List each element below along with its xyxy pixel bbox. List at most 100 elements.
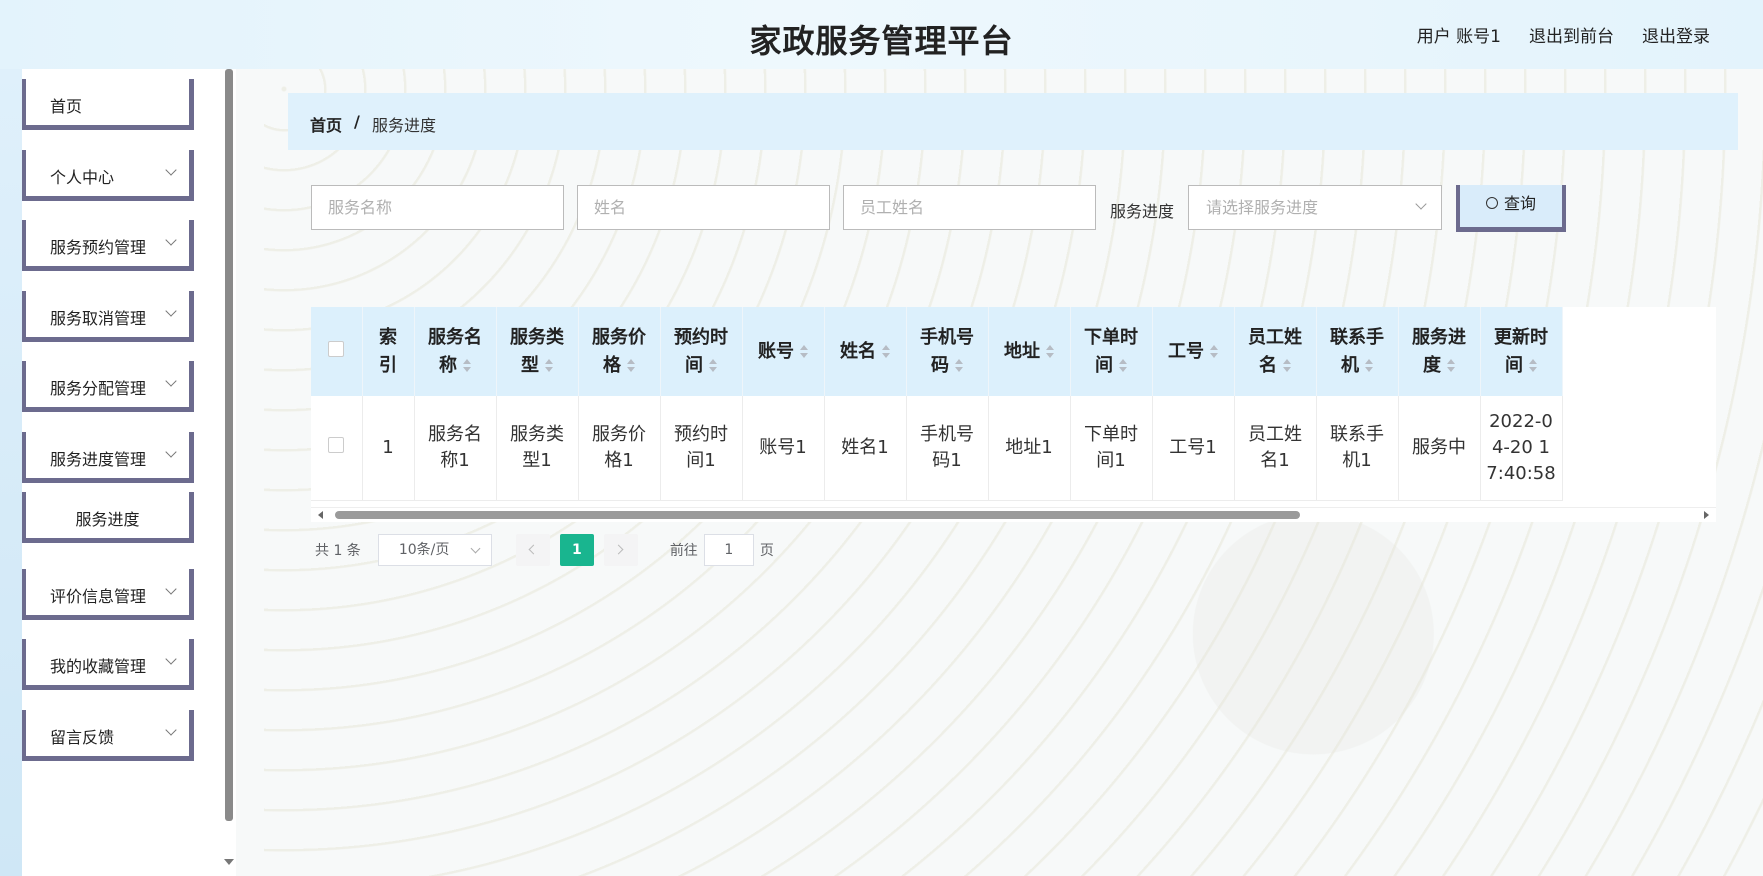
column-header-text: 称 xyxy=(439,354,457,376)
sort-caret-icon[interactable] xyxy=(1529,358,1537,373)
sidebar-item[interactable]: 服务分配管理 xyxy=(22,361,194,412)
table-cell-text: 服务类 xyxy=(510,423,564,445)
column-header[interactable]: 更新时间 xyxy=(1480,307,1563,396)
column-header-text: 联系手 xyxy=(1330,326,1384,348)
sort-caret-icon[interactable] xyxy=(800,344,808,359)
select-all-checkbox[interactable] xyxy=(328,340,345,357)
scroll-down-arrow-icon[interactable] xyxy=(224,859,234,865)
sort-caret-icon[interactable] xyxy=(882,344,890,359)
logout-link[interactable]: 退出登录 xyxy=(1642,22,1710,47)
table-cell-text: 服务价 xyxy=(592,423,646,445)
column-header-text: 下单时 xyxy=(1084,326,1138,348)
sort-caret-icon[interactable] xyxy=(1283,358,1291,373)
sidebar-item[interactable]: 服务进度管理 xyxy=(22,432,194,483)
sort-caret-icon[interactable] xyxy=(955,358,963,373)
data-table: 索引服务名称服务类型服务价格预约时间账号 姓名 手机号码地址 下单时间工号 员工姓名联系… xyxy=(311,307,1716,519)
column-header-text: 服务类 xyxy=(510,326,564,348)
breadcrumb-home[interactable]: 首页 xyxy=(310,112,342,136)
table-cell-text: 账号1 xyxy=(759,436,807,458)
sidebar-item-label: 我的收藏管理 xyxy=(50,657,147,676)
chevron-down-icon xyxy=(165,653,177,665)
horizontal-scroll-thumb[interactable] xyxy=(335,511,1300,519)
column-header-text: 预约时 xyxy=(674,326,728,348)
next-page-button[interactable] xyxy=(603,534,638,566)
table-cell: 员工姓 名1 xyxy=(1234,396,1317,501)
sidebar-item[interactable]: 首页 xyxy=(22,79,194,130)
table-cell: 姓名1 xyxy=(824,396,907,501)
table-cell-text: 联系手 xyxy=(1330,423,1384,445)
page-number-current[interactable]: 1 xyxy=(559,534,594,566)
sidebar-item[interactable]: 服务取消管理 xyxy=(22,291,194,342)
sort-caret-icon[interactable] xyxy=(463,358,471,373)
sort-caret-icon[interactable] xyxy=(627,358,635,373)
column-header[interactable]: 服务类型 xyxy=(496,307,579,396)
sidebar-item-label: 服务分配管理 xyxy=(50,379,147,398)
page-size-select[interactable]: 10条/页 xyxy=(377,534,492,566)
table-cell-text: 4-20 1 xyxy=(1491,436,1551,458)
sort-caret-icon[interactable] xyxy=(1447,358,1455,373)
table-cell-text: 型1 xyxy=(522,449,552,471)
column-header[interactable]: 预约时间 xyxy=(660,307,743,396)
table-cell: 手机号 码1 xyxy=(906,396,989,501)
table-cell-text: 格1 xyxy=(604,449,634,471)
service-name-input[interactable]: 服务名称 xyxy=(311,185,564,230)
row-checkbox[interactable] xyxy=(328,436,345,453)
sidebar-item[interactable]: 服务预约管理 xyxy=(22,220,194,271)
table-cell-text: 间1 xyxy=(686,449,716,471)
breadcrumb-separator: / xyxy=(354,112,360,131)
sort-caret-icon[interactable] xyxy=(1119,358,1127,373)
column-header[interactable]: 地址 xyxy=(988,307,1071,396)
goto-page-input[interactable]: 1 xyxy=(703,534,754,566)
table-cell: 联系手 机1 xyxy=(1316,396,1399,501)
column-header-text: 服务价 xyxy=(592,326,646,348)
column-header[interactable]: 服务价格 xyxy=(578,307,661,396)
sort-caret-icon[interactable] xyxy=(545,358,553,373)
chevron-right-icon xyxy=(613,544,624,555)
sort-caret-icon[interactable] xyxy=(1046,344,1054,359)
sort-caret-icon[interactable] xyxy=(1210,344,1218,359)
sidebar-item[interactable]: 留言反馈 xyxy=(22,710,194,761)
column-header[interactable]: 工号 xyxy=(1152,307,1235,396)
column-header: 索引 xyxy=(362,307,415,396)
column-header[interactable]: 下单时间 xyxy=(1070,307,1153,396)
back-to-front-link[interactable]: 退出到前台 xyxy=(1529,22,1614,47)
table-cell: 预约时间1 xyxy=(660,396,743,501)
sort-caret-icon[interactable] xyxy=(709,358,717,373)
sidebar-item-label: 服务预约管理 xyxy=(50,238,147,257)
column-header[interactable]: 联系手机 xyxy=(1316,307,1399,396)
column-header[interactable]: 服务名称 xyxy=(414,307,497,396)
prev-page-button[interactable] xyxy=(515,534,550,566)
table-horizontal-scrollbar[interactable] xyxy=(311,507,1716,522)
progress-filter-label: 服务进度 xyxy=(1110,202,1175,221)
table-cell-text: 手机号 xyxy=(920,423,974,445)
column-header-text: 更新时 xyxy=(1494,326,1548,348)
table-row[interactable]: 1 服务名 称1 服务类 型1 服务价 格1 预约时 间1 账号1 姓名1 手机号 码1 地址1 下单时 间1… xyxy=(311,396,1563,501)
table-cell: 下单时 间1 xyxy=(1070,396,1153,501)
sidebar-subitem[interactable]: 服务进度 xyxy=(22,492,194,543)
scroll-right-arrow-icon[interactable] xyxy=(1704,511,1709,519)
sidebar-item[interactable]: 个人中心 xyxy=(22,150,194,201)
sidebar-item[interactable]: 评价信息管理 xyxy=(22,569,194,620)
column-header[interactable]: 账号 xyxy=(742,307,825,396)
breadcrumb-current: 服务进度 xyxy=(372,116,437,135)
table-cell-text: 预约时 xyxy=(674,423,728,445)
column-header-text: 码 xyxy=(931,354,949,376)
sort-caret-icon[interactable] xyxy=(1365,358,1373,373)
column-header-text: 地址 xyxy=(1004,340,1040,362)
column-header[interactable]: 手机号码 xyxy=(906,307,989,396)
total-count: 共 1 条 xyxy=(315,543,361,559)
name-input[interactable]: 姓名 xyxy=(577,185,830,230)
query-button[interactable]: 查询 xyxy=(1456,185,1566,232)
sidebar-item[interactable]: 我的收藏管理 xyxy=(22,639,194,690)
column-header[interactable]: 员工姓名 xyxy=(1234,307,1317,396)
column-header[interactable]: 服务进度 xyxy=(1398,307,1481,396)
progress-table: 索引服务名称服务类型服务价格预约时间账号 姓名 手机号码地址 下单时间工号 员工姓名联系… xyxy=(311,307,1563,501)
top-header: 家政服务管理平台 用户 账号1 退出到前台 退出登录 xyxy=(0,0,1763,69)
column-header-text: 格 xyxy=(603,354,621,376)
employee-name-input[interactable]: 员工姓名 xyxy=(843,185,1096,230)
table-cell: 服务中 xyxy=(1398,396,1481,501)
column-header[interactable]: 姓名 xyxy=(824,307,907,396)
sidebar-scrollbar-thumb[interactable] xyxy=(225,69,233,821)
scroll-left-arrow-icon[interactable] xyxy=(318,511,323,519)
progress-select[interactable]: 请选择服务进度 xyxy=(1188,185,1442,230)
